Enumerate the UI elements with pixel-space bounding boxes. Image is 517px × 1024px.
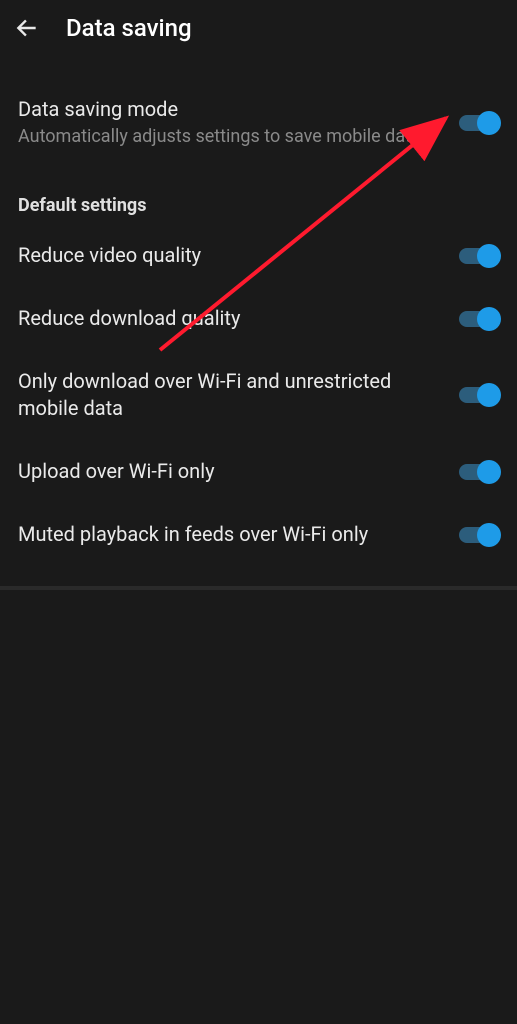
upload-over-wifi-row[interactable]: Upload over Wi-Fi only bbox=[18, 440, 499, 503]
reduce-video-quality-toggle[interactable] bbox=[459, 248, 499, 264]
only-download-wifi-toggle[interactable] bbox=[459, 387, 499, 403]
default-settings-header: Default settings bbox=[18, 161, 499, 224]
setting-label: Reduce video quality bbox=[18, 242, 443, 269]
divider bbox=[0, 586, 517, 590]
upload-over-wifi-toggle[interactable] bbox=[459, 464, 499, 480]
muted-playback-wifi-toggle[interactable] bbox=[459, 527, 499, 543]
data-saving-mode-title: Data saving mode bbox=[18, 96, 443, 123]
reduce-download-quality-toggle[interactable] bbox=[459, 311, 499, 327]
setting-label: Upload over Wi-Fi only bbox=[18, 458, 443, 485]
page-title: Data saving bbox=[66, 14, 192, 42]
setting-label: Reduce download quality bbox=[18, 305, 443, 332]
data-saving-mode-toggle[interactable] bbox=[459, 115, 499, 131]
data-saving-mode-subtitle: Automatically adjusts settings to save m… bbox=[18, 125, 443, 149]
setting-label: Muted playback in feeds over Wi-Fi only bbox=[18, 521, 443, 548]
reduce-video-quality-row[interactable]: Reduce video quality bbox=[18, 224, 499, 287]
only-download-wifi-row[interactable]: Only download over Wi-Fi and unrestricte… bbox=[18, 350, 499, 440]
reduce-download-quality-row[interactable]: Reduce download quality bbox=[18, 287, 499, 350]
muted-playback-wifi-row[interactable]: Muted playback in feeds over Wi-Fi only bbox=[18, 503, 499, 566]
back-arrow-icon[interactable] bbox=[14, 15, 40, 41]
app-header: Data saving bbox=[0, 0, 517, 56]
setting-label: Only download over Wi-Fi and unrestricte… bbox=[18, 368, 443, 422]
data-saving-mode-row[interactable]: Data saving mode Automatically adjusts s… bbox=[18, 56, 499, 161]
